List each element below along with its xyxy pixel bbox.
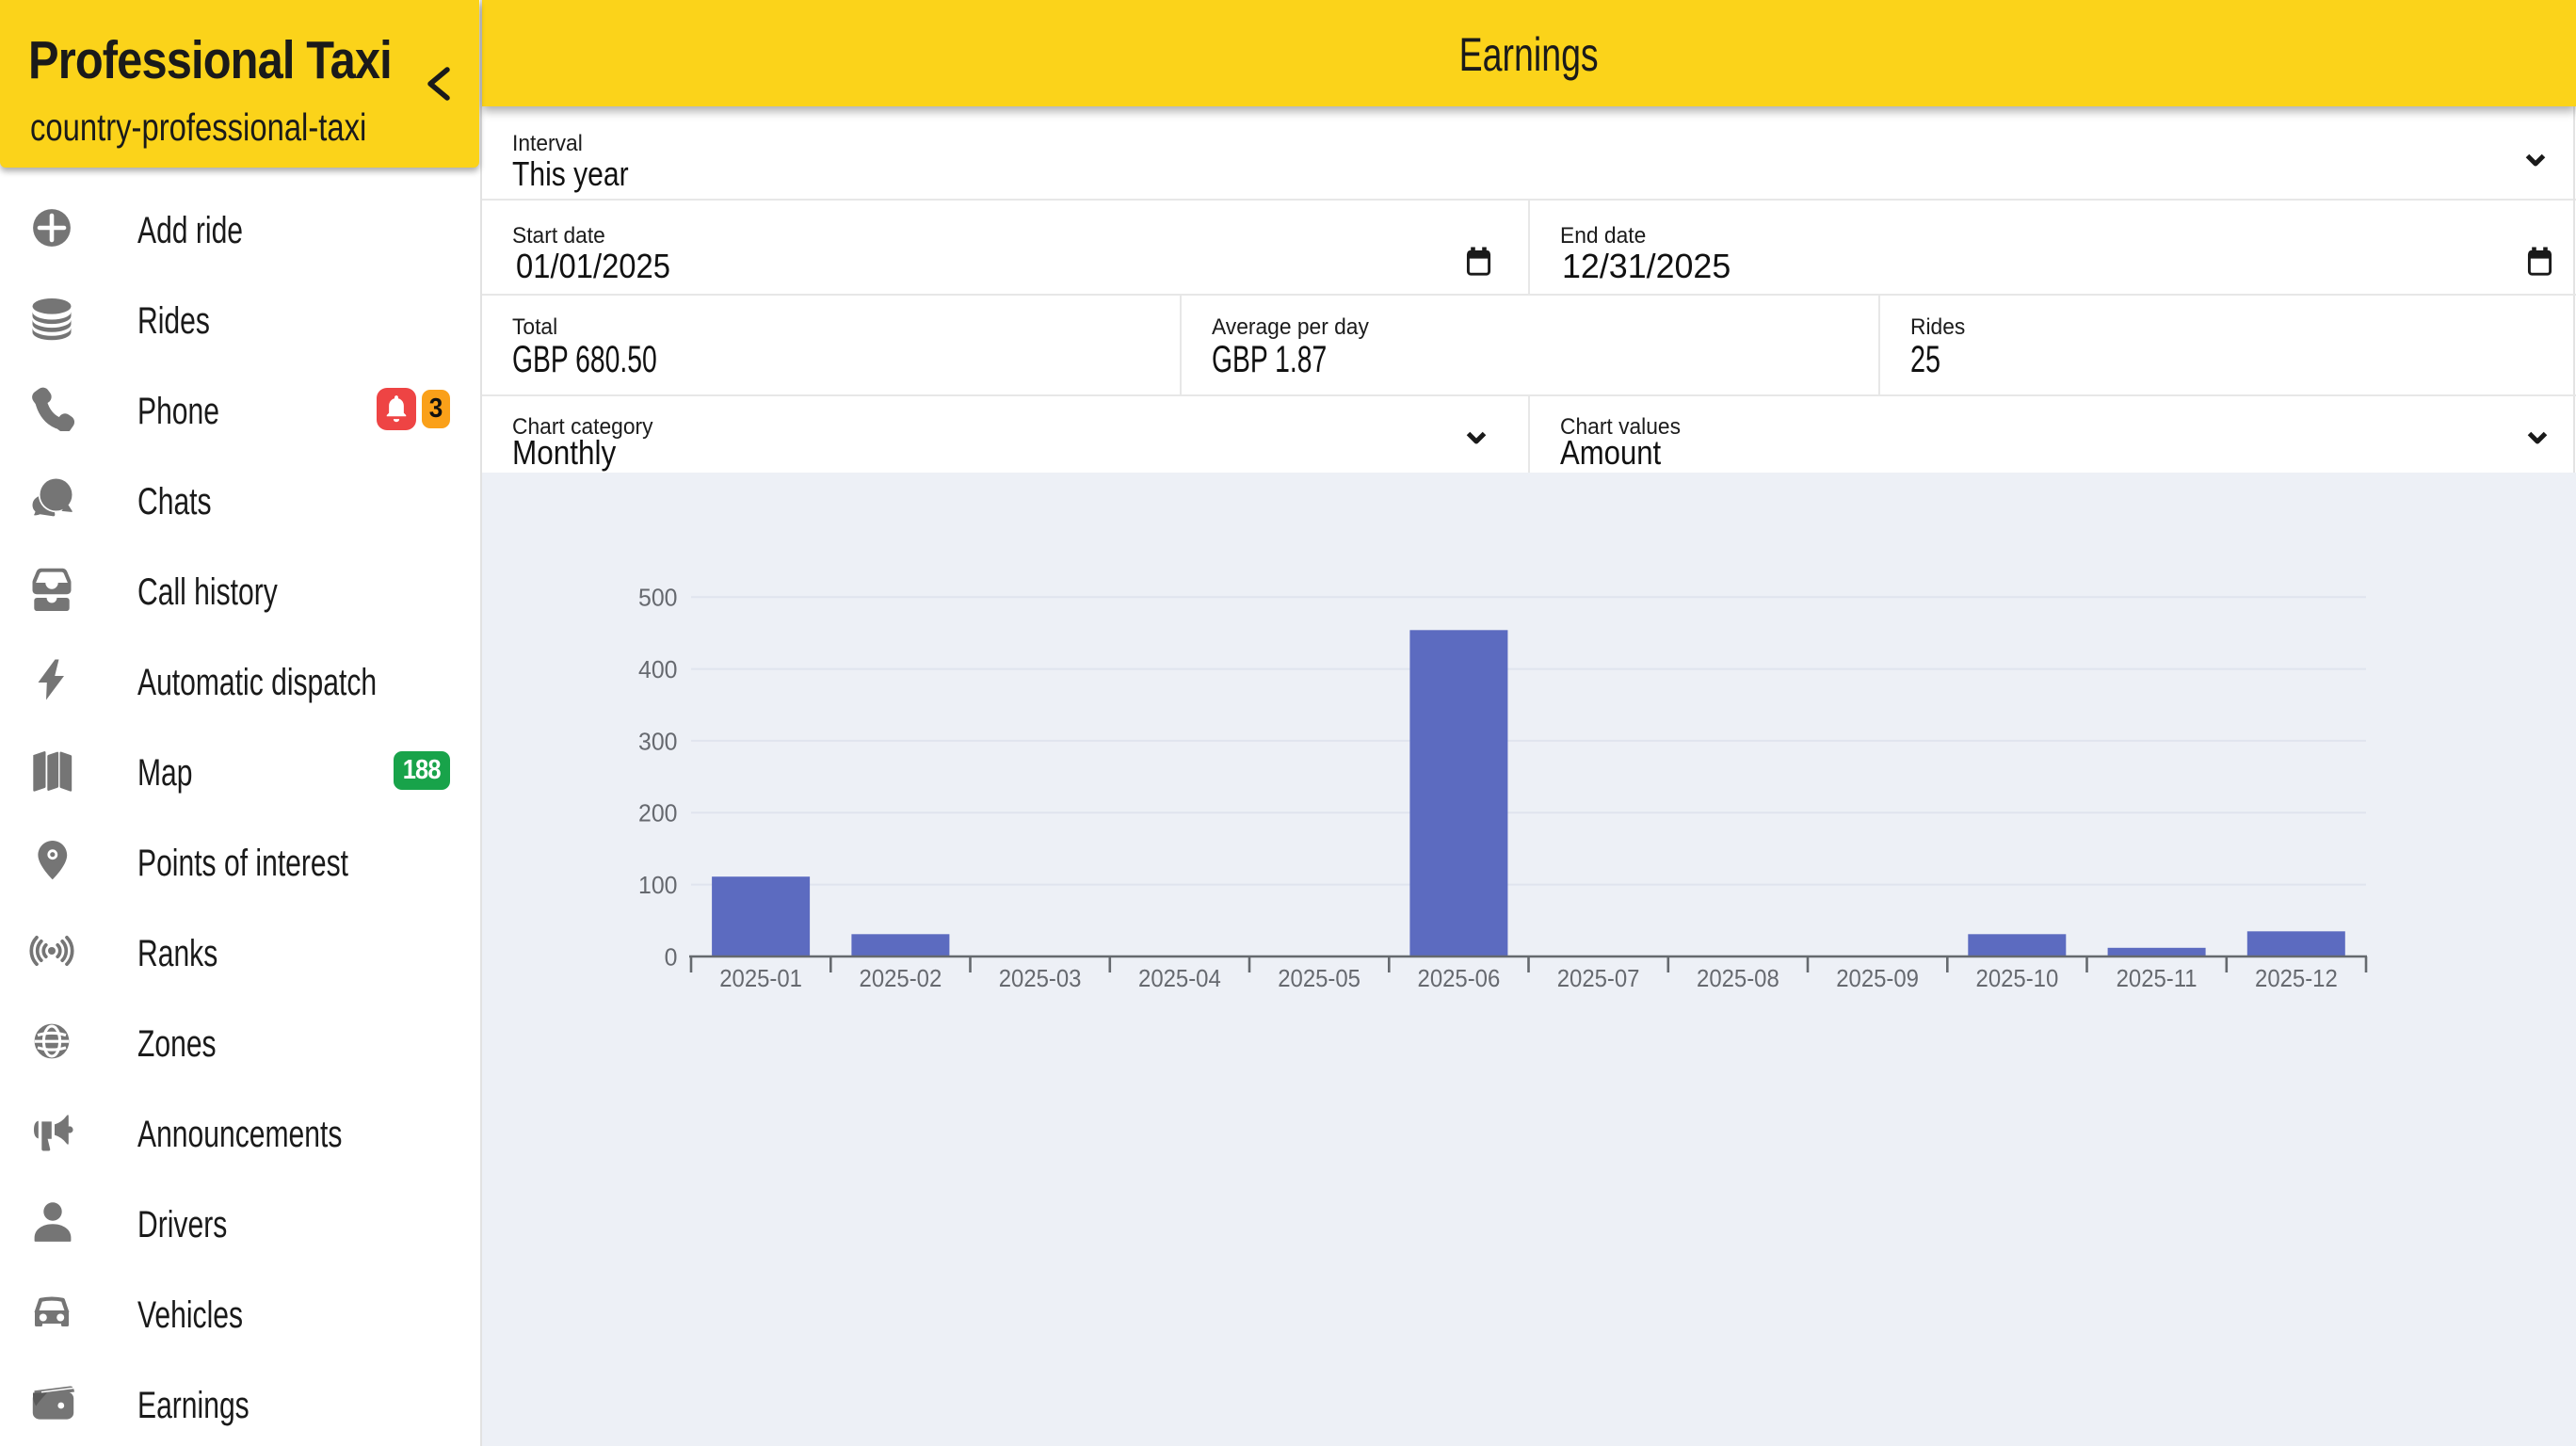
svg-text:0: 0 [665,944,678,972]
svg-text:2025-08: 2025-08 [1697,965,1779,992]
svg-text:500: 500 [638,585,677,612]
svg-text:2025-05: 2025-05 [1278,965,1360,992]
svg-text:200: 200 [638,800,677,827]
svg-text:2025-03: 2025-03 [999,965,1082,992]
svg-text:2025-10: 2025-10 [1976,965,2059,992]
svg-text:2025-01: 2025-01 [719,965,802,992]
svg-text:2025-11: 2025-11 [2117,965,2198,992]
svg-text:300: 300 [638,729,677,756]
svg-text:2025-02: 2025-02 [860,965,942,992]
svg-text:2025-07: 2025-07 [1557,965,1640,992]
svg-text:2025-09: 2025-09 [1836,965,1919,992]
svg-text:400: 400 [638,657,677,684]
svg-text:2025-12: 2025-12 [2255,965,2338,992]
svg-text:2025-06: 2025-06 [1418,965,1501,992]
svg-text:2025-04: 2025-04 [1138,965,1221,992]
svg-text:100: 100 [638,873,677,900]
